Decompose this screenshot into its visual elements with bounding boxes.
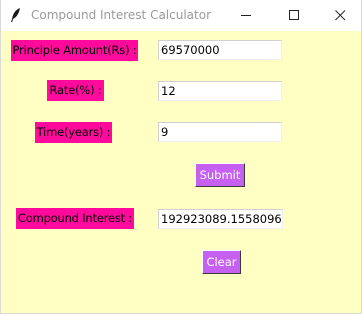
time-input[interactable] xyxy=(158,122,282,142)
close-icon xyxy=(334,6,346,25)
time-label: Time(years) : xyxy=(35,122,112,143)
principal-input[interactable] xyxy=(158,40,282,60)
window-title: Compound Interest Calculator xyxy=(31,8,212,22)
app-window: Compound Interest Calculator Principle A… xyxy=(0,0,362,314)
rate-label: Rate(%) : xyxy=(47,80,104,101)
rate-input[interactable] xyxy=(158,81,282,101)
close-button[interactable] xyxy=(317,0,362,31)
title-bar[interactable]: Compound Interest Calculator xyxy=(1,0,361,31)
clear-button[interactable]: Clear xyxy=(202,250,241,274)
result-label: Compound Interest : xyxy=(16,208,134,229)
maximize-icon xyxy=(288,6,300,25)
principal-label: Principle Amount(Rs) : xyxy=(11,40,138,61)
result-output[interactable] xyxy=(158,209,283,229)
submit-button[interactable]: Submit xyxy=(195,163,245,187)
minimize-icon xyxy=(240,6,252,25)
feather-icon xyxy=(9,7,23,23)
maximize-button[interactable] xyxy=(271,0,317,31)
minimize-button[interactable] xyxy=(223,0,269,31)
